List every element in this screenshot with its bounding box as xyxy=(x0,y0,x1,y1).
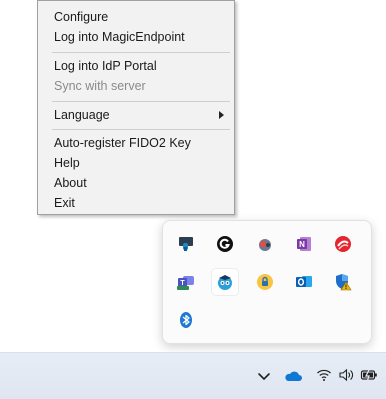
recorder-icon[interactable] xyxy=(252,231,278,257)
menu-item-log-into-idp-portal[interactable]: Log into IdP Portal xyxy=(54,56,228,76)
speaker-icon[interactable] xyxy=(338,367,354,388)
menu-separator xyxy=(52,52,230,53)
submenu-arrow-icon xyxy=(219,111,224,119)
menu-separator xyxy=(52,101,230,102)
touchpad-hand-icon[interactable] xyxy=(173,231,199,257)
outlook-icon[interactable] xyxy=(291,269,317,295)
taskbar xyxy=(0,352,386,399)
svg-text:T: T xyxy=(180,280,185,287)
menu-icon-strip xyxy=(38,1,51,214)
menu-item-sync-with-server: Sync with server xyxy=(54,79,146,93)
menu-item-language[interactable]: Language xyxy=(54,105,228,125)
menu-item-help[interactable]: Help xyxy=(54,153,228,173)
grammarly-icon[interactable] xyxy=(212,231,238,257)
menu-item-log-into-magicendpoint[interactable]: Log into MagicEndpoint xyxy=(54,27,228,47)
defender-warning-icon[interactable] xyxy=(330,269,356,295)
menu-item-about[interactable]: About xyxy=(54,173,228,193)
battery-icon[interactable] xyxy=(360,368,378,387)
menu-separator xyxy=(52,129,230,130)
onedrive-cloud-icon[interactable] xyxy=(284,369,302,387)
svg-text:N: N xyxy=(299,240,305,249)
menu-item-exit[interactable]: Exit xyxy=(54,193,228,213)
wifi-icon[interactable] xyxy=(316,367,332,388)
onenote-icon[interactable]: N xyxy=(291,231,317,257)
menu-item-configure[interactable]: Configure xyxy=(54,7,228,27)
tray-overflow-flyout: N T xyxy=(162,220,372,344)
teams-new-icon[interactable]: T xyxy=(173,269,199,295)
menu-item-auto-register-fido2-key[interactable]: Auto-register FIDO2 Key xyxy=(54,133,228,153)
magicendpoint-owl-icon[interactable] xyxy=(212,269,238,295)
bluetooth-icon[interactable] xyxy=(173,307,199,333)
chevron-up-icon[interactable] xyxy=(256,369,272,383)
menu-item-label: Language xyxy=(54,108,110,122)
tray-context-menu: Configure Log into MagicEndpoint Log int… xyxy=(37,0,235,215)
yellow-lock-icon[interactable] xyxy=(252,269,278,295)
red-swirl-icon[interactable] xyxy=(330,231,356,257)
